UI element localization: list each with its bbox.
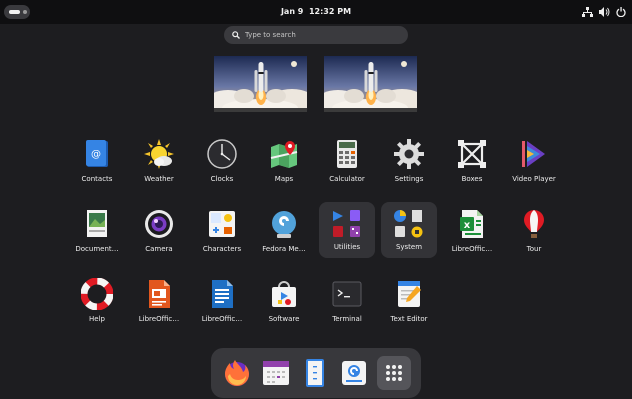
app-software[interactable]: Software xyxy=(251,276,317,340)
boxes-icon xyxy=(458,140,486,168)
firefox-icon xyxy=(225,360,249,386)
dock-files[interactable] xyxy=(298,356,332,390)
dock-software[interactable] xyxy=(337,356,371,390)
clock-date: Jan 9 xyxy=(280,7,304,16)
dock-show-apps-button[interactable] xyxy=(377,356,411,390)
clock-icon xyxy=(207,139,237,169)
software-installer-icon xyxy=(342,361,366,385)
app-label: LibreOffic… xyxy=(201,315,243,323)
contacts-icon: @ xyxy=(86,140,108,167)
app-video-player[interactable]: Video Player xyxy=(501,136,567,200)
app-document-viewer[interactable]: Document… xyxy=(64,206,130,270)
calendar-icon xyxy=(263,361,289,385)
system-folder-icon xyxy=(394,210,423,238)
settings-gear-icon xyxy=(394,139,424,169)
app-libreoffice-writer[interactable]: LibreOffic… xyxy=(189,276,255,340)
folder-label: System xyxy=(395,243,423,251)
app-weather[interactable]: Weather xyxy=(126,136,192,200)
app-help[interactable]: Help xyxy=(64,276,130,340)
app-calculator[interactable]: Calculator xyxy=(314,136,380,200)
app-label: Weather xyxy=(144,175,174,183)
clock-time: 12:32 PM xyxy=(308,7,352,16)
app-label: Software xyxy=(268,315,300,323)
app-label: Document… xyxy=(75,245,119,253)
search-icon xyxy=(232,31,240,39)
app-grid-icon xyxy=(386,365,402,381)
app-label: Calculator xyxy=(329,175,365,183)
camera-icon xyxy=(145,210,173,238)
dash-dock xyxy=(211,348,421,398)
app-label: Clocks xyxy=(210,175,234,183)
app-text-editor[interactable]: Text Editor xyxy=(376,276,442,340)
app-boxes[interactable]: Boxes xyxy=(439,136,505,200)
app-fedora-media-writer[interactable]: Fedora Me… xyxy=(251,206,317,270)
app-label: Contacts xyxy=(81,175,113,183)
app-label: Camera xyxy=(145,245,173,253)
app-label: Boxes xyxy=(461,175,483,183)
app-settings[interactable]: Settings xyxy=(376,136,442,200)
system-status-area[interactable] xyxy=(582,5,626,19)
folder-label: Utilities xyxy=(333,243,361,251)
app-label: Help xyxy=(89,315,105,323)
folder-utilities[interactable]: Utilities xyxy=(319,202,375,258)
rocket-launch-wallpaper xyxy=(214,56,307,112)
app-label: Text Editor xyxy=(390,315,428,323)
text-editor-icon xyxy=(398,281,421,307)
app-libreoffice-impress[interactable]: LibreOffic… xyxy=(126,276,192,340)
app-label: Characters xyxy=(202,245,242,253)
top-bar: Jan 9 12:32 PM xyxy=(0,0,632,24)
workspace-thumbnail[interactable] xyxy=(214,56,307,112)
rocket-launch-wallpaper xyxy=(324,56,417,112)
app-clocks[interactable]: Clocks xyxy=(189,136,255,200)
app-label: LibreOffic… xyxy=(451,245,493,253)
video-player-icon xyxy=(522,141,545,167)
characters-icon xyxy=(209,211,235,237)
app-label: Video Player xyxy=(512,175,556,183)
calculator-icon xyxy=(337,140,357,168)
libreoffice-impress-icon xyxy=(149,280,170,308)
weather-icon xyxy=(144,139,174,169)
app-label: LibreOffic… xyxy=(138,315,180,323)
app-libreoffice-calc[interactable]: x LibreOffic… xyxy=(439,206,505,270)
help-lifebuoy-icon xyxy=(81,278,113,310)
software-store-icon xyxy=(272,281,296,307)
app-label: Maps xyxy=(274,175,294,183)
utilities-folder-icon xyxy=(333,210,360,237)
app-terminal[interactable]: Terminal xyxy=(314,276,380,340)
network-wired-icon xyxy=(582,7,593,17)
workspace-thumbnail[interactable] xyxy=(324,56,417,112)
folder-system[interactable]: System xyxy=(381,202,437,258)
clock-button[interactable]: Jan 9 12:32 PM xyxy=(0,0,632,24)
power-icon xyxy=(616,7,626,17)
libreoffice-writer-icon xyxy=(212,280,233,308)
app-label: Fedora Me… xyxy=(262,245,306,253)
svg-text:@: @ xyxy=(91,149,101,160)
document-viewer-icon xyxy=(87,210,107,237)
app-label: Tour xyxy=(526,245,542,253)
app-label: Settings xyxy=(394,175,424,183)
app-label: Terminal xyxy=(332,315,362,323)
terminal-icon xyxy=(332,281,362,307)
svg-text:x: x xyxy=(464,220,471,231)
app-contacts[interactable]: @ Contacts xyxy=(64,136,130,200)
dock-calendar[interactable] xyxy=(259,356,293,390)
app-maps[interactable]: Maps xyxy=(251,136,317,200)
app-characters[interactable]: Characters xyxy=(189,206,255,270)
app-tour[interactable]: Tour xyxy=(501,206,567,270)
libreoffice-calc-icon: x xyxy=(460,210,483,238)
dock-firefox[interactable] xyxy=(220,356,254,390)
speaker-volume-icon xyxy=(599,7,610,17)
app-camera[interactable]: Camera xyxy=(126,206,192,270)
tour-balloon-icon xyxy=(524,210,544,238)
maps-icon xyxy=(270,141,298,168)
search-input[interactable] xyxy=(245,28,395,42)
search-entry[interactable] xyxy=(224,26,408,44)
fedora-media-writer-icon xyxy=(272,211,296,238)
files-icon xyxy=(306,359,324,387)
